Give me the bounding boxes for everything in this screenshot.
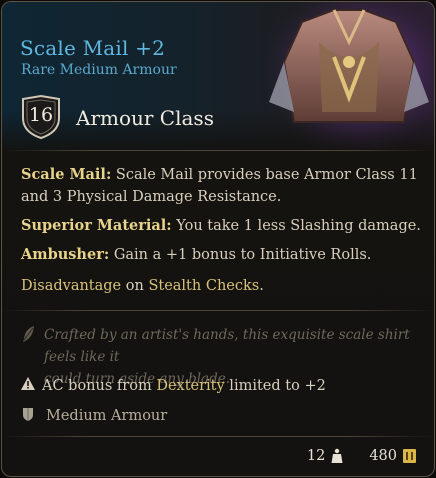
property-label: Ambusher: <box>21 246 110 263</box>
disadvantage-link[interactable]: Disadvantage <box>21 278 121 294</box>
property-label: Scale Mail: <box>21 166 112 183</box>
armour-class-label: Armour Class <box>76 106 214 130</box>
note-text: limited to +2 <box>224 378 326 394</box>
item-name: Scale Mail +2 <box>20 36 166 60</box>
property-label: Superior Material: <box>21 217 172 234</box>
gold-coin-icon <box>403 449 416 463</box>
property-ambusher: Ambusher: Gain a +1 bonus to Initiative … <box>21 244 371 266</box>
armour-type-text: Medium Armour <box>46 408 168 424</box>
armour-type-row: Medium Armour <box>20 406 167 424</box>
item-rarity-type: Rare Medium Armour <box>21 62 177 78</box>
checks-link[interactable]: Checks <box>201 278 259 294</box>
property-superior-material: Superior Material: You take 1 less Slash… <box>21 215 421 237</box>
property-text: You take 1 less Slashing damage. <box>176 218 421 234</box>
property-text: Scale Mail provides base Armor Class 11 <box>115 167 418 183</box>
medium-armour-icon <box>23 408 33 421</box>
item-tooltip: Scale Mail +2 Rare Medium Armour 16 Armo… <box>1 1 435 477</box>
property-scale-mail: Scale Mail: Scale Mail provides base Arm… <box>21 164 418 208</box>
note-text: AC bonus from <box>42 378 157 394</box>
weight-icon <box>331 448 343 463</box>
stealth-link[interactable]: Stealth <box>148 278 201 294</box>
property-text: and 3 Physical Damage Resistance. <box>21 189 282 205</box>
property-text: . <box>259 278 264 294</box>
divider <box>2 436 434 437</box>
armour-class-value: 16 <box>28 104 54 126</box>
weight-value: 12 <box>306 448 326 464</box>
ac-bonus-note: AC bonus from Dexterity limited to +2 <box>20 376 326 394</box>
flavor-line: Crafted by an artist's hands, this exqui… <box>44 327 410 365</box>
item-footer: 12 480 <box>307 448 416 464</box>
armour-image <box>264 2 434 152</box>
feather-icon <box>23 326 34 342</box>
divider <box>2 150 434 151</box>
gold-value: 480 <box>369 448 397 464</box>
divider <box>2 310 434 311</box>
dexterity-link[interactable]: Dexterity <box>156 378 224 394</box>
property-text: on <box>121 278 149 294</box>
warning-icon <box>21 377 35 390</box>
property-disadvantage: Disadvantage on Stealth Checks. <box>21 275 264 297</box>
property-text: Gain a +1 bonus to Initiative Rolls. <box>113 247 372 263</box>
